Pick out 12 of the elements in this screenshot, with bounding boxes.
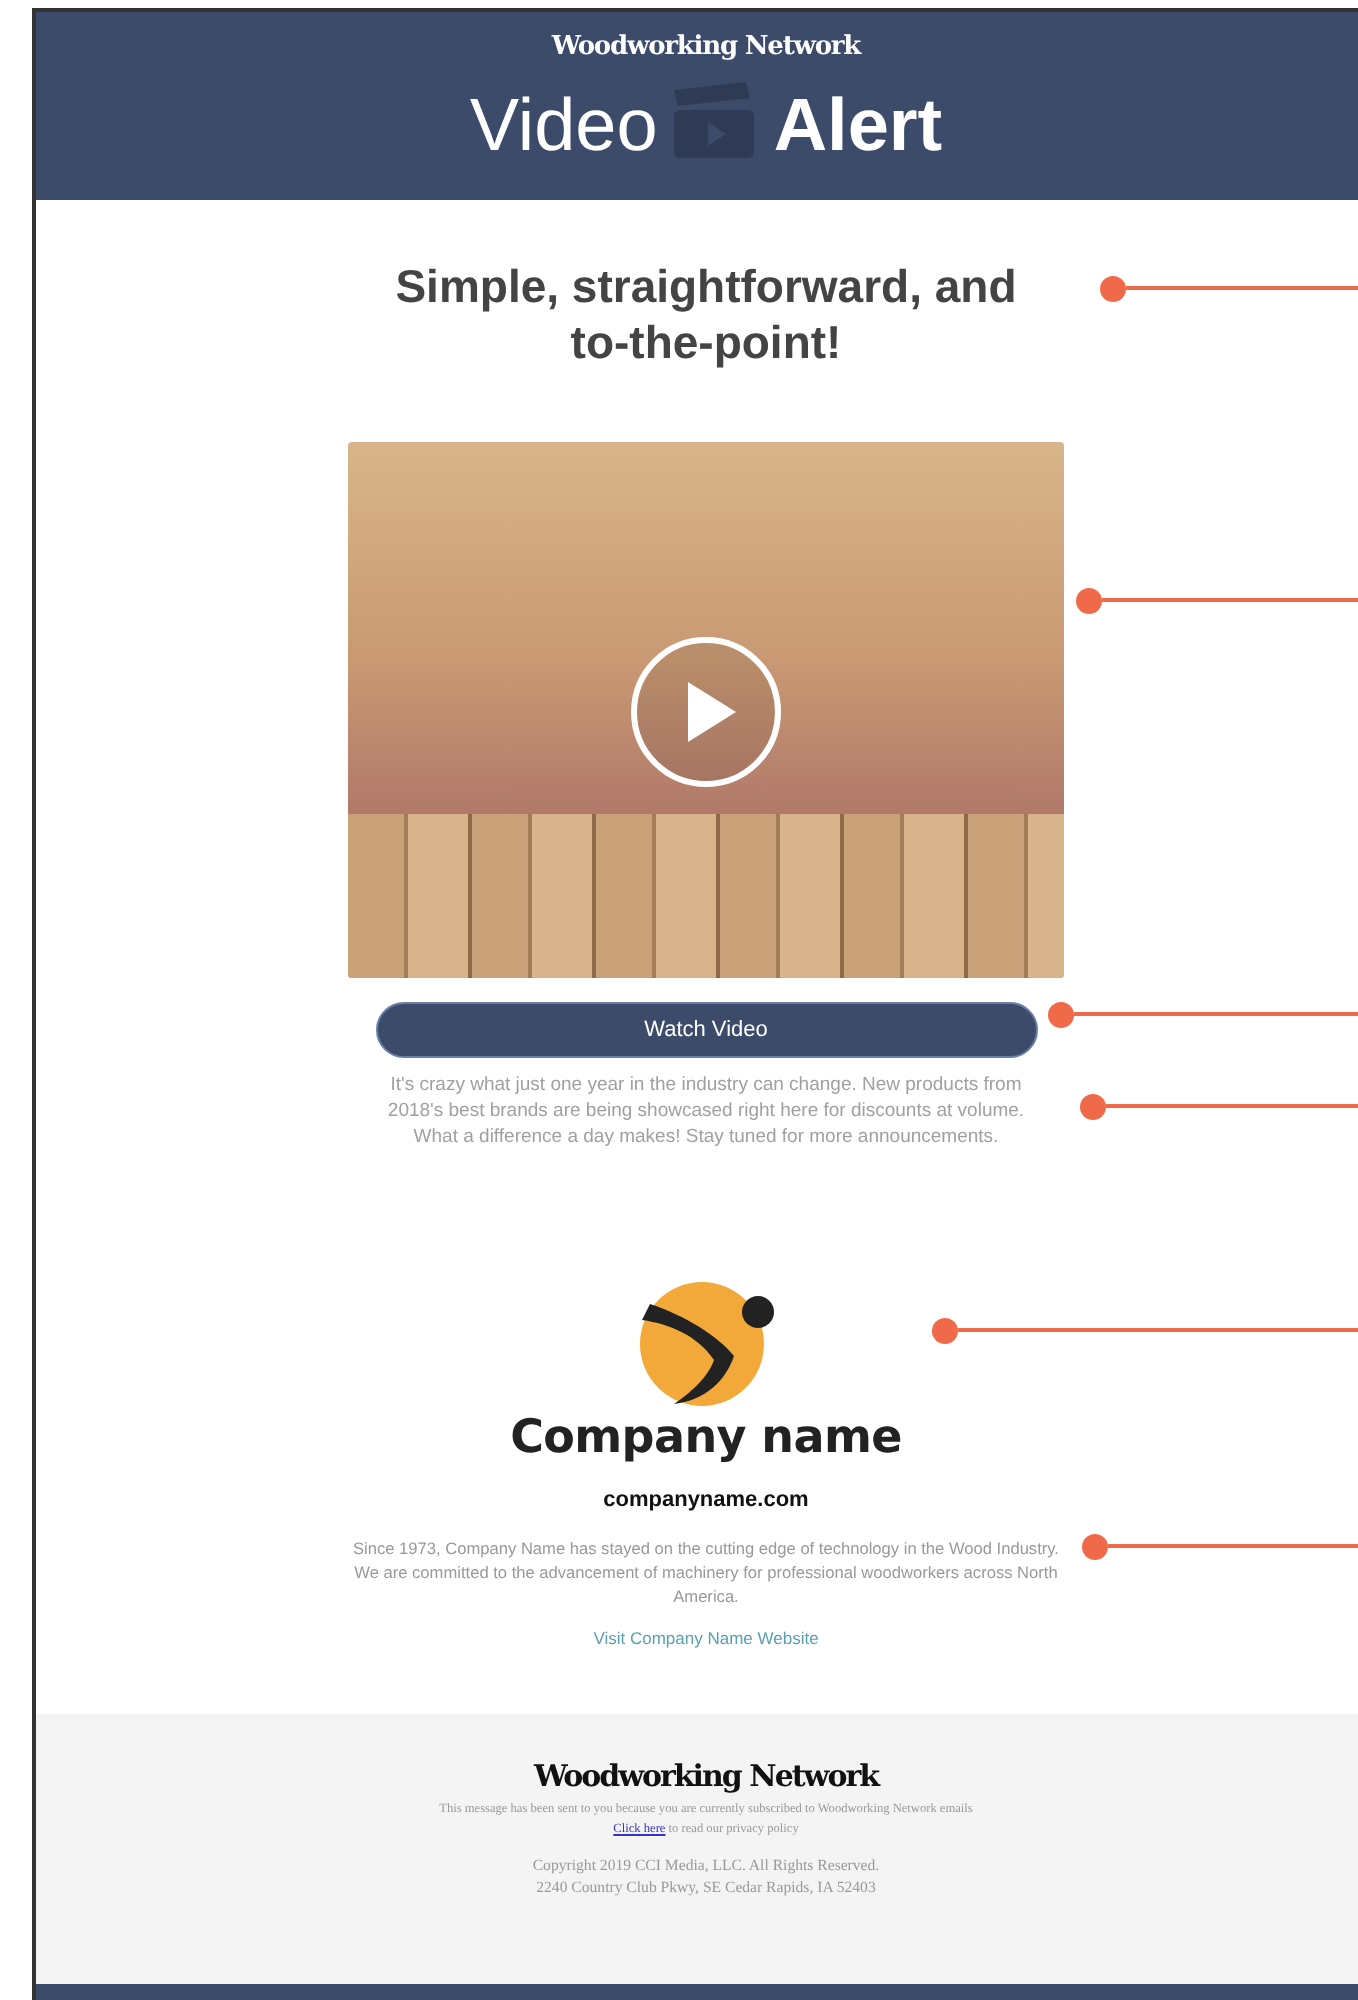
footer-brand: Woodworking Network <box>533 1758 879 1794</box>
title-text: Video <box>469 88 658 162</box>
company-about: Since 1973, Company Name has stayed on the cutting edge of technology in the Wood Industry. We are committed to the advancement of machinery for professional woodworkers across North America. <box>351 1535 1061 1608</box>
description-text: It's crazy what just one year in the industry can change. New products from 2018's best brands are being showcased right here for discounts at volume. What a difference a day makes! Stay tuned for more announcements. <box>385 1074 1027 1152</box>
title-text: Alert <box>773 88 943 162</box>
brand-logo: Woodworking Network <box>551 32 861 62</box>
headline: Simple, straightforward, and to-the-point! <box>393 260 1019 371</box>
watch-video-button[interactable]: Watch Video <box>375 1002 1037 1059</box>
play-icon[interactable] <box>628 634 784 791</box>
company-name: Company name <box>510 1411 902 1464</box>
company-domain: companyname.com <box>603 1487 809 1512</box>
video-thumbnail[interactable] <box>348 442 1064 979</box>
